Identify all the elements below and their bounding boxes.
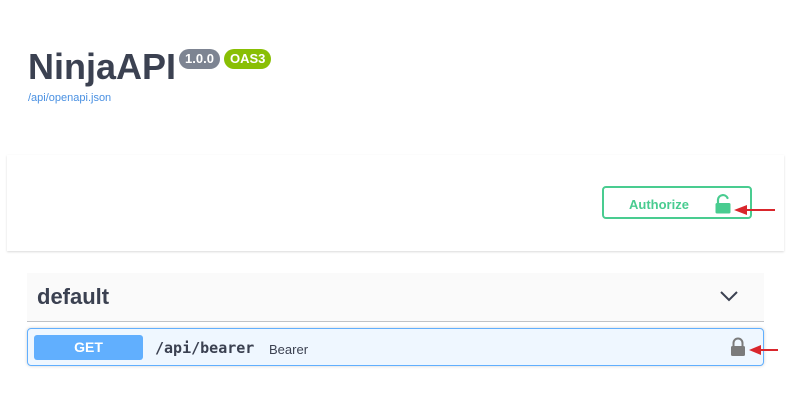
authorize-button[interactable]: Authorize [602,186,752,219]
operation-path: /api/bearer [155,339,255,357]
tag-section-default: default GET /api/bearer Bearer [27,273,764,366]
version-badge: 1.0.0 [179,49,220,69]
oas-badge: OAS3 [223,49,272,69]
tag-header[interactable]: default [27,273,764,322]
operation-get-bearer[interactable]: GET /api/bearer Bearer [27,328,764,366]
title-row: NinjaAPI 1.0.0 OAS3 [28,42,272,92]
api-info: NinjaAPI 1.0.0 OAS3 /api/openapi.json [28,42,272,104]
annotation-arrow-authorize [734,205,775,215]
operation-summary: Bearer [269,342,309,357]
authorize-label: Authorize [629,197,689,212]
lock-icon[interactable] [730,337,746,357]
api-title: NinjaAPI [28,46,177,87]
tag-name: default [37,284,110,309]
method-badge: GET [34,335,143,360]
scheme-container: Authorize [7,155,784,251]
chevron-down-icon[interactable] [719,289,739,303]
lock-open-icon [715,194,731,214]
openapi-spec-link[interactable]: /api/openapi.json [28,92,271,104]
annotation-arrow-lock [749,345,778,355]
